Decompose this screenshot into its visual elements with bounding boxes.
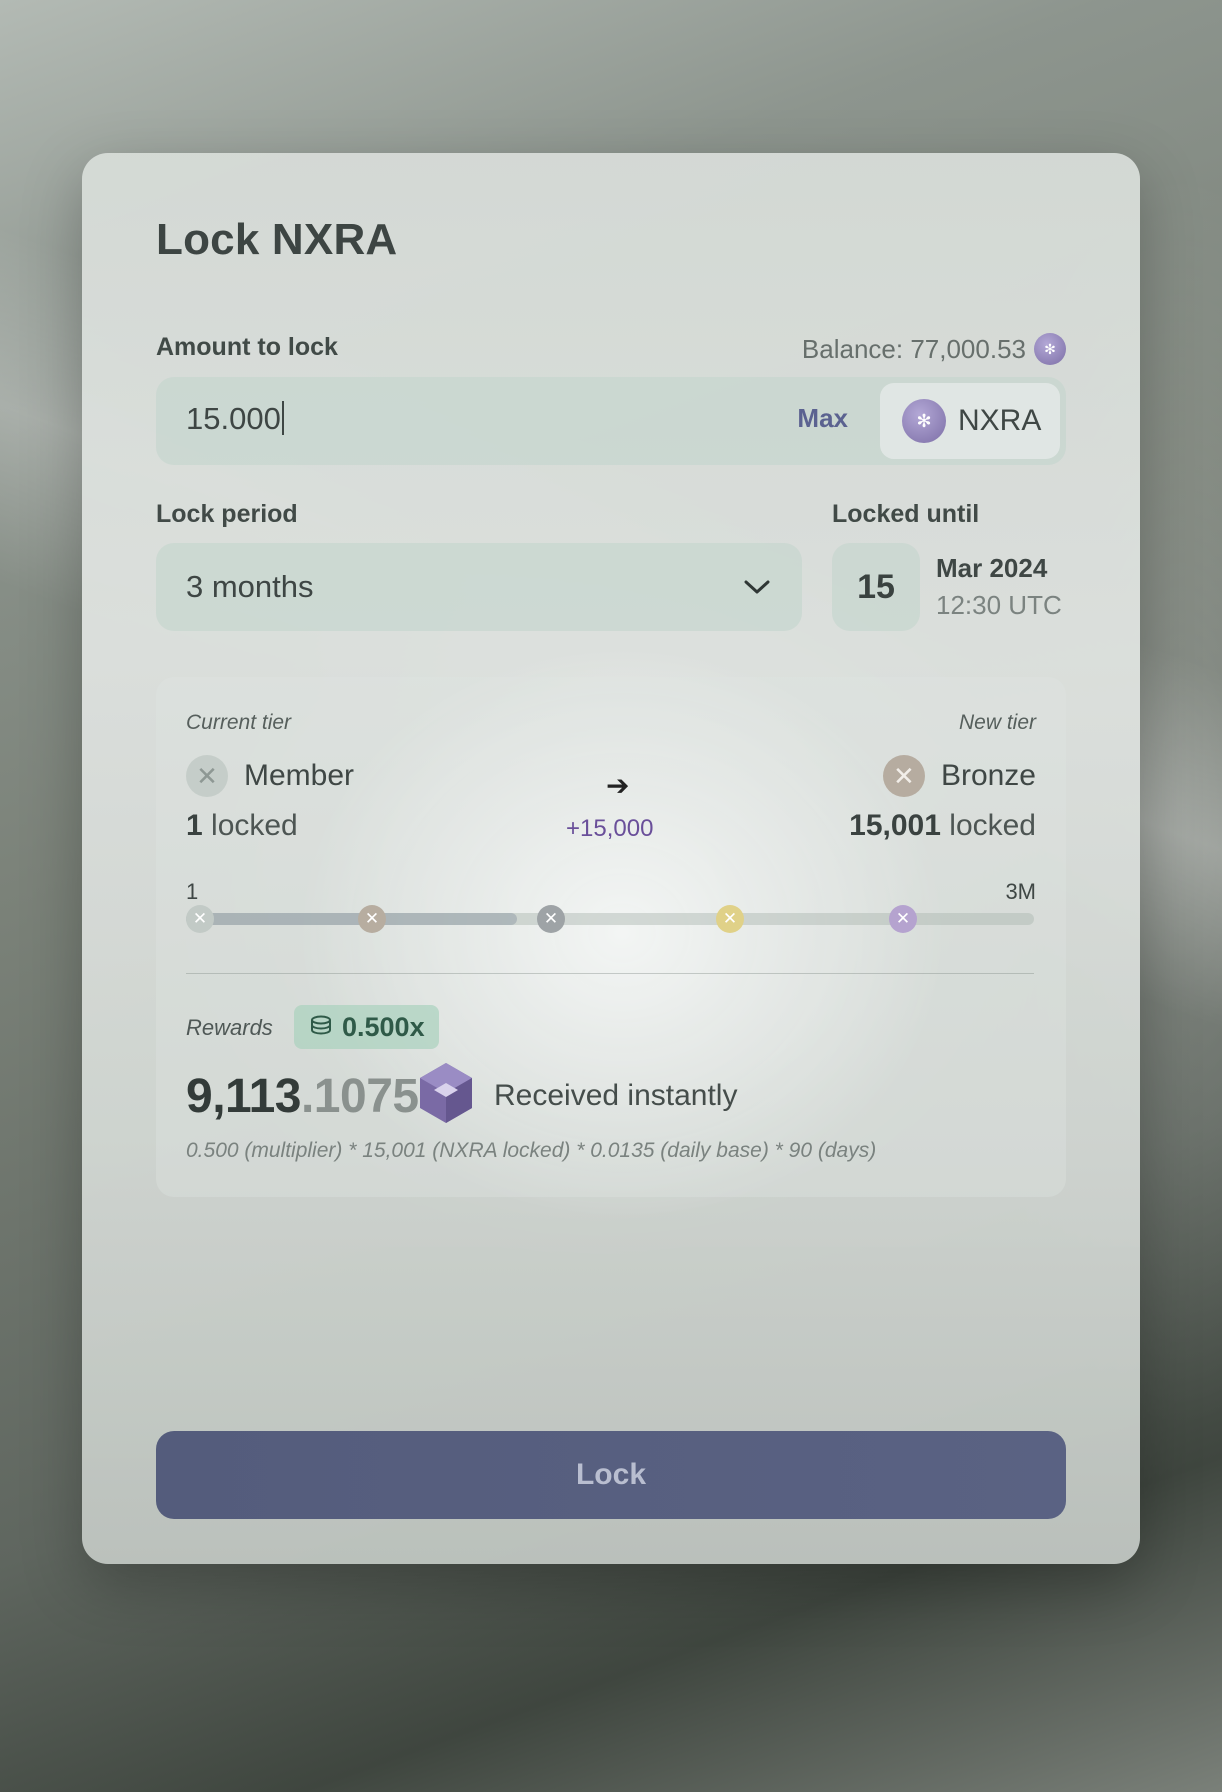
lock-period-select[interactable]: 3 months	[156, 543, 802, 631]
silver-marker-icon: ✕	[537, 905, 565, 933]
scale-min-label: 1	[186, 879, 199, 904]
locked-delta: +15,000	[566, 815, 654, 842]
divider	[186, 973, 1034, 974]
locked-until-day: 15	[832, 543, 920, 631]
amount-field[interactable]: 15.000 Max ✻ NXRA	[156, 377, 1066, 465]
current-locked-suffix: locked	[202, 809, 298, 842]
new-tier-label: New tier	[958, 711, 1036, 734]
reward-amount: 9,113.1075	[186, 1069, 419, 1124]
current-tier-label: Current tier	[186, 711, 292, 734]
token-label: NXRA	[958, 404, 1042, 437]
locked-until-time: 12:30 UTC	[936, 590, 1062, 620]
reward-amount-dec: .1075	[300, 1070, 419, 1123]
chevron-down-icon	[744, 580, 770, 594]
locked-until-label: Locked until	[832, 500, 980, 528]
scale-max-label: 3M	[1005, 879, 1036, 904]
lock-period-value: 3 months	[186, 569, 314, 604]
current-tier: ✕ Member	[186, 755, 354, 797]
rewards-label: Rewards	[186, 1015, 273, 1040]
gold-marker-icon: ✕	[716, 905, 744, 933]
coins-icon	[311, 1015, 331, 1035]
reward-formula: 0.500 (multiplier) * 15,001 (NXRA locked…	[186, 1139, 877, 1162]
member-tier-icon: ✕	[186, 755, 228, 797]
lock-period-label: Lock period	[156, 500, 298, 528]
new-locked-amount: 15,001	[849, 809, 941, 842]
amount-input[interactable]: 15.000	[186, 401, 284, 437]
tier-panel: Current tier New tier ✕ Member ➔ ✕ Bronz…	[156, 677, 1066, 1197]
cube-token-icon	[420, 1063, 472, 1123]
max-button[interactable]: Max	[797, 403, 848, 434]
bronze-tier-icon: ✕	[882, 755, 925, 797]
bronze-marker-icon: ✕	[358, 905, 386, 933]
current-locked: 1 locked	[186, 809, 298, 843]
received-instantly: Received instantly	[494, 1079, 738, 1112]
balance: Balance: 77,000.53 ✻	[802, 333, 1066, 365]
amount-value: 15.000	[186, 401, 281, 436]
new-tier-name: Bronze	[940, 759, 1036, 792]
reward-amount-int: 9,113	[186, 1070, 301, 1123]
nxra-coin-icon: ✻	[1034, 333, 1066, 365]
token-selector[interactable]: ✻ NXRA	[880, 383, 1060, 459]
member-marker-icon: ✕	[186, 905, 214, 933]
platinum-marker-icon: ✕	[889, 905, 917, 933]
new-tier: ✕ Bronze	[882, 755, 1036, 797]
current-locked-amount: 1	[186, 809, 203, 842]
multiplier-value: 0.500x	[342, 1011, 425, 1042]
arrow-right-icon: ➔	[606, 770, 630, 801]
lock-button[interactable]: Lock	[156, 1431, 1066, 1519]
nxra-token-icon: ✻	[902, 399, 946, 443]
multiplier-badge: 0.500x	[294, 1005, 439, 1049]
current-tier-name: Member	[244, 759, 355, 792]
locked-until-month: Mar 2024	[936, 553, 1048, 583]
dialog-title: Lock NXRA	[156, 215, 398, 264]
text-caret	[281, 401, 284, 435]
amount-label: Amount to lock	[156, 333, 338, 361]
lock-dialog: Lock NXRA Amount to lock Balance: 77,000…	[82, 153, 1140, 1564]
balance-text: Balance: 77,000.53	[801, 333, 1026, 364]
new-locked: 15,001 locked	[849, 809, 1036, 843]
new-locked-suffix: locked	[940, 809, 1036, 842]
tier-progress-fill	[186, 913, 517, 925]
